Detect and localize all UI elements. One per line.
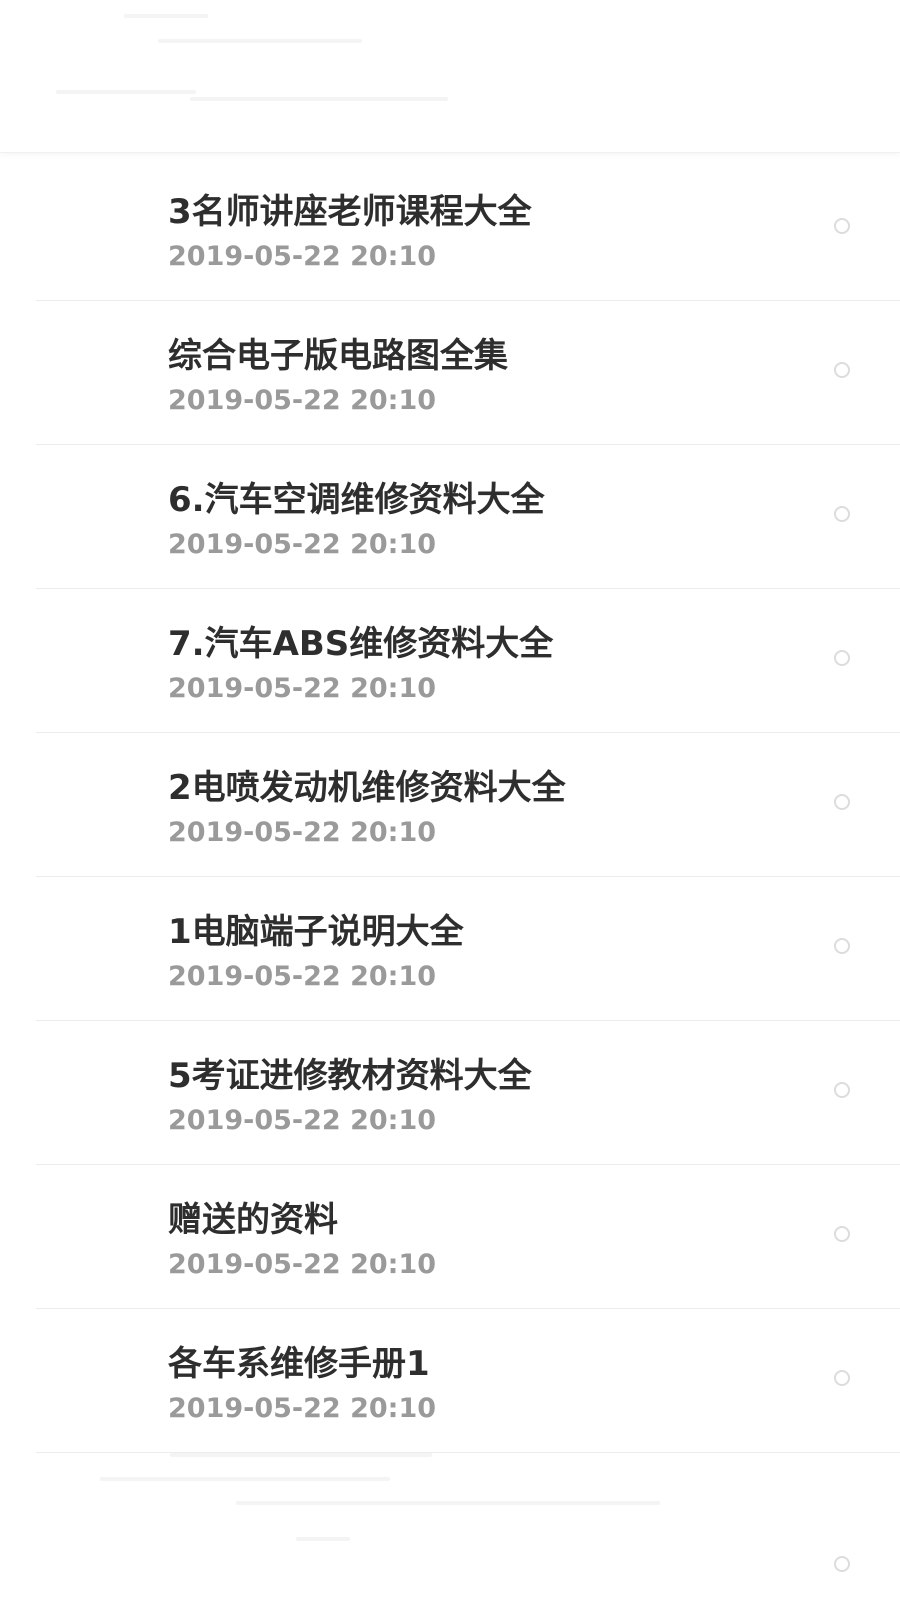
header-blur-bar [158, 39, 362, 43]
header-blur-bar [124, 14, 208, 18]
radio-unchecked-icon[interactable] [834, 1082, 850, 1098]
file-list-item[interactable]: 1电脑端子说明大全 2019-05-22 20:10 [0, 877, 900, 1021]
radio-unchecked-icon[interactable] [834, 650, 850, 666]
file-name: 赠送的资料 [168, 1200, 338, 1240]
radio-unchecked-icon[interactable] [834, 218, 850, 234]
file-date: 2019-05-22 20:10 [168, 1393, 437, 1424]
header [0, 0, 900, 153]
header-blur-bar [56, 90, 196, 94]
blur-bar [236, 1501, 660, 1505]
file-list-item[interactable]: 6.汽车空调维修资料大全 2019-05-22 20:10 [0, 445, 900, 589]
file-list-item[interactable]: 3名师讲座老师课程大全 2019-05-22 20:10 [0, 157, 900, 301]
radio-unchecked-icon[interactable] [834, 506, 850, 522]
file-date: 2019-05-22 20:10 [168, 241, 437, 272]
file-list-item[interactable]: 赠送的资料 2019-05-22 20:10 [0, 1165, 900, 1309]
file-list: 3名师讲座老师课程大全 2019-05-22 20:10 综合电子版电路图全集 … [0, 157, 900, 1453]
file-name: 7.汽车ABS维修资料大全 [168, 624, 554, 664]
file-name: 5考证进修教材资料大全 [168, 1056, 532, 1096]
app-screen: 3名师讲座老师课程大全 2019-05-22 20:10 综合电子版电路图全集 … [0, 0, 900, 1600]
file-name: 各车系维修手册1 [168, 1344, 430, 1384]
file-name: 6.汽车空调维修资料大全 [168, 480, 545, 520]
file-date: 2019-05-22 20:10 [168, 529, 437, 560]
radio-unchecked-icon[interactable] [834, 1556, 850, 1572]
file-name: 1电脑端子说明大全 [168, 912, 464, 952]
file-name: 2电喷发动机维修资料大全 [168, 768, 566, 808]
file-list-item[interactable]: 2电喷发动机维修资料大全 2019-05-22 20:10 [0, 733, 900, 877]
file-date: 2019-05-22 20:10 [168, 673, 437, 704]
radio-unchecked-icon[interactable] [834, 1370, 850, 1386]
file-list-item[interactable]: 7.汽车ABS维修资料大全 2019-05-22 20:10 [0, 589, 900, 733]
header-blur-bar [190, 97, 448, 101]
file-list-item[interactable]: 5考证进修教材资料大全 2019-05-22 20:10 [0, 1021, 900, 1165]
radio-unchecked-icon[interactable] [834, 938, 850, 954]
file-date: 2019-05-22 20:10 [168, 1105, 437, 1136]
file-date: 2019-05-22 20:10 [168, 1249, 437, 1280]
file-list-item[interactable]: 综合电子版电路图全集 2019-05-22 20:10 [0, 301, 900, 445]
radio-unchecked-icon[interactable] [834, 1226, 850, 1242]
file-date: 2019-05-22 20:10 [168, 961, 437, 992]
file-name: 综合电子版电路图全集 [168, 336, 508, 376]
file-name: 3名师讲座老师课程大全 [168, 192, 532, 232]
file-date: 2019-05-22 20:10 [168, 385, 437, 416]
blur-bar [170, 1453, 432, 1457]
blur-bar [296, 1537, 350, 1541]
radio-unchecked-icon[interactable] [834, 794, 850, 810]
file-date: 2019-05-22 20:10 [168, 817, 437, 848]
blur-bar [100, 1477, 390, 1481]
radio-unchecked-icon[interactable] [834, 362, 850, 378]
file-list-item[interactable]: 各车系维修手册1 2019-05-22 20:10 [0, 1309, 900, 1453]
file-list-item-partial[interactable] [0, 1453, 900, 1600]
